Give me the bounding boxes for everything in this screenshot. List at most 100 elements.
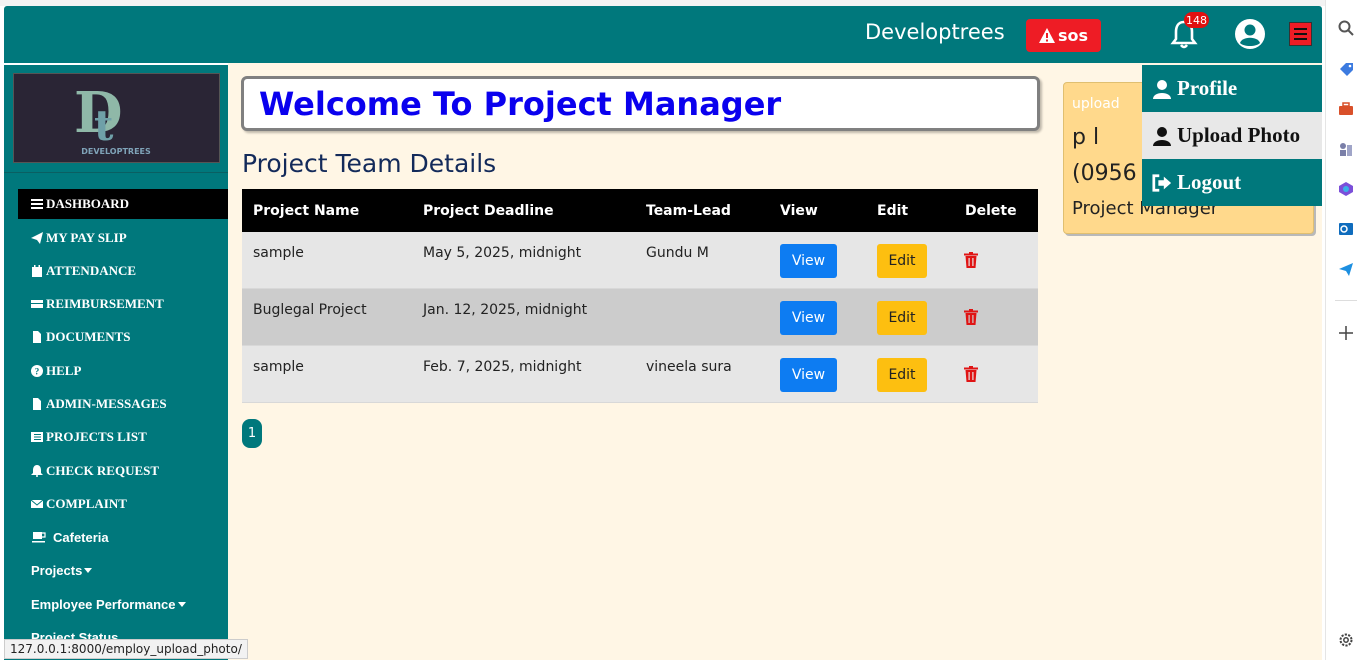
dropdown-item-profile[interactable]: Profile: [1142, 65, 1322, 112]
sidebar-item-label: REIMBURSEMENT: [46, 296, 164, 311]
trash-icon[interactable]: [964, 366, 978, 382]
brand-name[interactable]: Developtrees: [865, 20, 1005, 44]
edit-button[interactable]: Edit: [877, 244, 927, 278]
company-logo[interactable]: D t DEVELOPTREES: [13, 73, 220, 163]
edit-button[interactable]: Edit: [877, 301, 927, 335]
svg-text:?: ?: [35, 367, 40, 377]
sidebar-item-projects[interactable]: Projects: [18, 555, 228, 585]
dropdown-item-label: Upload Photo: [1177, 123, 1301, 147]
dropdown-item-label: Logout: [1177, 170, 1242, 194]
view-button[interactable]: View: [780, 301, 837, 335]
question-circle-icon: ?: [31, 365, 43, 377]
sign-out-icon: [1152, 173, 1172, 192]
sidebar-item-my-pay-slip[interactable]: MY PAY SLIP: [18, 223, 228, 253]
menu-line: [1294, 38, 1307, 40]
pagination-page-button[interactable]: 1: [242, 419, 262, 448]
sos-button[interactable]: sos: [1026, 19, 1101, 52]
project-name-cell: Buglegal Project: [253, 302, 367, 318]
sidebar-item-employee-performance[interactable]: Employee Performance: [18, 589, 228, 619]
browser-status-url: 127.0.0.1:8000/employ_upload_photo/: [4, 639, 248, 659]
view-button[interactable]: View: [780, 244, 837, 278]
copilot-icon[interactable]: [1336, 179, 1356, 199]
section-title: Project Team Details: [242, 149, 497, 178]
sos-label: sos: [1057, 26, 1089, 45]
trash-icon[interactable]: [964, 309, 978, 325]
sidebar-item-label: ATTENDANCE: [46, 263, 137, 278]
sidebar-item-documents[interactable]: DOCUMENTS: [18, 322, 228, 352]
project-deadline-cell: Feb. 7, 2025, midnight: [423, 359, 582, 375]
trash-icon[interactable]: [964, 252, 978, 268]
user-account-icon[interactable]: [1234, 18, 1266, 50]
sidebar-item-label: HELP: [46, 363, 82, 378]
tag-icon[interactable]: [1336, 59, 1356, 79]
project-team-table: Project Name Project Deadline Team-Lead …: [242, 189, 1038, 403]
sidebar-item-help[interactable]: ? HELP: [18, 356, 228, 386]
page-title: Welcome To Project Manager: [259, 85, 782, 123]
hamburger-menu-button[interactable]: [1289, 22, 1312, 46]
project-deadline-cell: Jan. 12, 2025, midnight: [423, 302, 588, 318]
settings-gear-icon[interactable]: [1336, 630, 1356, 650]
column-header-delete: Delete: [965, 202, 1017, 219]
svg-text:t: t: [94, 101, 114, 150]
team-lead-cell: vineela sura: [646, 359, 732, 375]
sidebar-item-complaint[interactable]: COMPLAINT: [18, 489, 228, 519]
sidebar-item-label: COMPLAINT: [46, 496, 127, 511]
profile-photo-alt: upload: [1072, 96, 1120, 112]
sidebar-item-projects-list[interactable]: PROJECTS LIST: [18, 422, 228, 452]
bars-icon: [31, 199, 43, 209]
rail-divider: [1335, 300, 1357, 301]
credit-card-icon: [31, 300, 43, 308]
caret-down-icon: [84, 567, 93, 573]
sidebar-item-label: Cafeteria: [53, 529, 109, 545]
svg-text:DEVELOPTREES: DEVELOPTREES: [81, 147, 151, 156]
project-deadline-cell: May 5, 2025, midnight: [423, 245, 582, 261]
sidebar: D t DEVELOPTREES DASHBOARD MY PAY SLIP A…: [4, 65, 228, 660]
outlook-icon[interactable]: [1336, 219, 1356, 239]
view-button[interactable]: View: [780, 358, 837, 392]
table-row: sample May 5, 2025, midnight Gundu M Vie…: [242, 232, 1038, 289]
notification-count-badge: 148: [1184, 12, 1209, 28]
calendar-icon: [32, 265, 42, 277]
menu-line: [1294, 33, 1307, 35]
send-icon[interactable]: [1336, 259, 1356, 279]
sidebar-item-label: PROJECTS LIST: [46, 429, 147, 444]
briefcase-icon[interactable]: [1336, 99, 1356, 119]
envelope-icon: [31, 499, 43, 508]
user-icon: [1153, 79, 1171, 99]
warning-icon: [1038, 28, 1055, 43]
column-header-team-lead: Team-Lead: [646, 202, 731, 219]
user-icon: [1153, 126, 1171, 146]
coffee-icon: [32, 532, 46, 543]
table-row: Buglegal Project Jan. 12, 2025, midnight…: [242, 289, 1038, 346]
profile-name: p l: [1072, 125, 1100, 150]
app-window: Developtrees sos 148 D t DEVELOPTREES DA…: [4, 6, 1322, 660]
sidebar-item-label: DOCUMENTS: [46, 329, 131, 344]
caret-down-icon: [177, 601, 186, 607]
sidebar-item-attendance[interactable]: ATTENDANCE: [18, 256, 228, 286]
profile-phone: (0956: [1072, 161, 1137, 186]
table-header: Project Name Project Deadline Team-Lead …: [242, 189, 1038, 232]
paper-plane-icon: [31, 232, 43, 244]
sidebar-item-label: Projects: [31, 562, 83, 578]
sidebar-item-label: ADMIN-MESSAGES: [46, 396, 167, 411]
sidebar-item-cafeteria[interactable]: Cafeteria: [18, 522, 228, 552]
sidebar-item-admin-messages[interactable]: ADMIN-MESSAGES: [18, 389, 228, 419]
file-icon: [33, 398, 41, 410]
welcome-banner: Welcome To Project Manager: [241, 76, 1040, 131]
dropdown-item-logout[interactable]: Logout: [1142, 159, 1322, 206]
list-icon: [31, 432, 43, 442]
sidebar-item-check-request[interactable]: CHECK REQUEST: [18, 456, 228, 486]
bell-icon: [31, 465, 43, 477]
user-dropdown-menu: Profile Upload Photo Logout: [1142, 65, 1322, 211]
edit-button[interactable]: Edit: [877, 358, 927, 392]
sidebar-item-reimbursement[interactable]: REIMBURSEMENT: [18, 289, 228, 319]
search-icon[interactable]: [1336, 18, 1356, 38]
chess-icon[interactable]: [1336, 139, 1356, 159]
plus-icon[interactable]: [1336, 323, 1356, 343]
column-header-project-deadline: Project Deadline: [423, 202, 554, 219]
table-row: sample Feb. 7, 2025, midnight vineela su…: [242, 346, 1038, 403]
sidebar-item-dashboard[interactable]: DASHBOARD: [18, 189, 228, 219]
dropdown-item-upload-photo[interactable]: Upload Photo: [1142, 112, 1322, 159]
column-header-project-name: Project Name: [253, 202, 360, 219]
menu-line: [1294, 28, 1307, 30]
